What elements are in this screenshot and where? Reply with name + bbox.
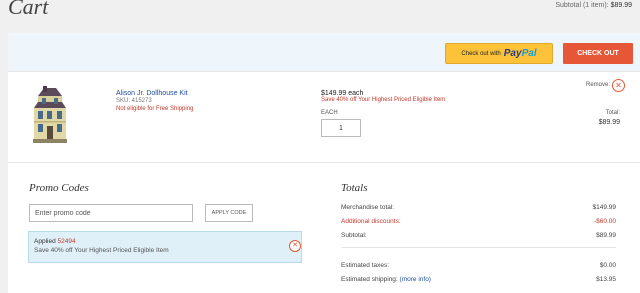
item-price: $149.99 each (321, 90, 364, 97)
totals-row-label: Additional discounts: (341, 218, 401, 225)
totals-row-label: Estimated taxes: (341, 262, 390, 269)
item-promo-note: Save 40% off Your Highest Priced Eligibl… (321, 97, 446, 103)
applied-promo-desc: Save 40% off Your Highest Priced Eligibl… (34, 247, 169, 254)
paypal-logo: PayPal (503, 48, 537, 59)
cart-item: Alison Jr. Dollhouse Kit SKU: 415273 Not… (8, 71, 640, 163)
applied-promo-line: Applied 52494 (34, 238, 76, 245)
header-subtotal-label: Subtotal (1 item): (555, 2, 609, 9)
applied-prefix: Applied (34, 238, 56, 245)
promo-codes-heading: Promo Codes (29, 182, 89, 194)
cart-panel: Check out with PayPal CHECK OUT Alison J… (8, 33, 640, 293)
page-title: Cart (8, 0, 49, 19)
paypal-checkout-button[interactable]: Check out with PayPal (445, 43, 553, 64)
header-subtotal-amount: $89.99 (610, 2, 632, 9)
qty-label: EACH (321, 110, 338, 116)
close-icon[interactable]: ✕ (289, 240, 301, 252)
checkout-bar: Check out with PayPal CHECK OUT (8, 33, 640, 71)
totals-row-value: $13.95 (596, 276, 616, 283)
totals-row-label: Estimated shipping: (more info) (341, 276, 431, 283)
apply-code-button[interactable]: APPLY CODE (205, 204, 253, 222)
totals-row-value: $89.99 (596, 232, 616, 239)
promo-code-input[interactable] (29, 204, 193, 222)
checkout-button[interactable]: CHECK OUT (563, 43, 633, 64)
item-name-link[interactable]: Alison Jr. Dollhouse Kit (116, 90, 188, 97)
item-sku: SKU: 415273 (116, 98, 152, 104)
paypal-prefix: Check out with (461, 50, 501, 57)
more-info-link[interactable]: (more info) (400, 276, 431, 283)
totals-row-value: -$60.00 (593, 218, 616, 225)
close-icon[interactable]: ✕ (612, 79, 625, 92)
remove-label: Remove: (586, 82, 611, 88)
quantity-input[interactable] (321, 119, 361, 137)
totals-heading: Totals (341, 182, 368, 194)
item-total-label: Total: (605, 110, 620, 116)
totals-row-value: $0.00 (599, 262, 616, 269)
totals-row-value: $149.99 (592, 204, 617, 211)
divider (341, 247, 616, 248)
applied-promo-box: Applied 52494 Save 40% off Your Highest … (28, 231, 302, 263)
dollhouse-image[interactable] (30, 86, 70, 146)
item-total-amount: $89.99 (598, 119, 620, 126)
header-subtotal: Subtotal (1 item): $89.99 (555, 2, 632, 9)
totals-row-label: Subtotal: (341, 232, 367, 239)
item-shipping-note: Not eligible for Free Shipping (116, 106, 194, 112)
applied-code: 52494 (57, 238, 76, 245)
totals-row-label: Merchandise total: (341, 204, 395, 211)
